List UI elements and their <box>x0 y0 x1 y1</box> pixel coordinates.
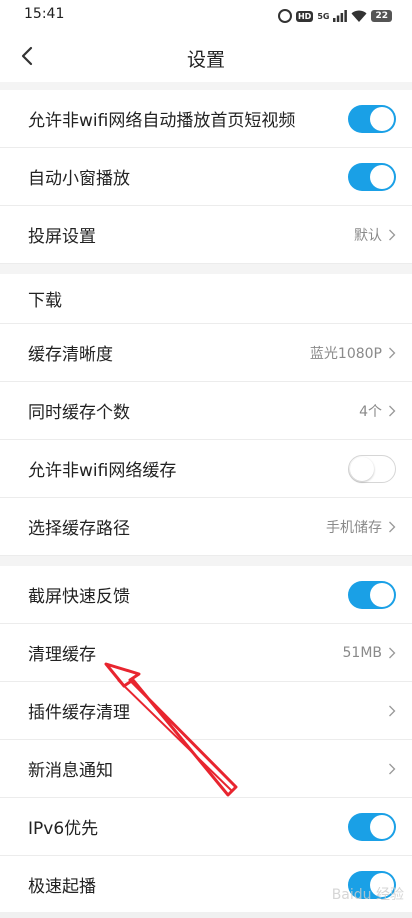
cache-non-wifi-toggle[interactable] <box>348 454 396 483</box>
section-gap <box>0 264 412 274</box>
setting-cache-quality[interactable]: 缓存清晰度 蓝光1080P <box>0 324 412 382</box>
mini-window-toggle[interactable] <box>348 162 396 191</box>
setting-label: 截屏快速反馈 <box>28 587 130 607</box>
section-gap <box>0 556 412 566</box>
setting-mini-window: 自动小窗播放 <box>0 148 412 206</box>
status-icons: HD 5G 22 <box>277 7 392 25</box>
page-title: 设置 <box>186 49 225 71</box>
ipv6-toggle[interactable] <box>348 812 396 841</box>
wifi-icon <box>351 10 367 22</box>
bottom-bar <box>0 912 412 918</box>
setting-notifications[interactable]: 新消息通知 <box>0 740 412 798</box>
setting-ipv6: IPv6优先 <box>0 798 412 856</box>
chevron-right-icon <box>389 229 396 240</box>
chevron-right-icon <box>389 705 396 716</box>
setting-plugin-cache[interactable]: 插件缓存清理 <box>0 682 412 740</box>
toggle-knob <box>350 456 374 481</box>
chevron-right-icon <box>389 347 396 358</box>
alarm-icon <box>277 9 292 23</box>
status-time: 15:41 <box>24 6 65 22</box>
status-bar: 15:41 HD 5G 22 <box>0 0 412 32</box>
setting-value: 4个 <box>359 403 382 420</box>
setting-label: IPv6优先 <box>28 819 99 839</box>
divider <box>0 82 412 90</box>
setting-value: 手机储存 <box>326 519 382 536</box>
setting-label: 选择缓存路径 <box>28 519 130 539</box>
setting-cache-path[interactable]: 选择缓存路径 手机储存 <box>0 498 412 556</box>
signal-icon <box>333 10 348 22</box>
toggle-knob <box>370 164 394 189</box>
network-5g-icon: 5G <box>317 11 330 21</box>
settings-list: 允许非wifi网络自动播放首页短视频 自动小窗播放 投屏设置 默认 下载 缓存清… <box>0 90 412 914</box>
chevron-right-icon <box>389 647 396 658</box>
chevron-right-icon <box>389 521 396 532</box>
setting-label: 允许非wifi网络缓存 <box>28 461 177 481</box>
setting-label: 极速起播 <box>28 877 96 897</box>
watermark: Baidu 经验 <box>331 887 404 903</box>
section-title-download: 下载 <box>0 274 412 324</box>
setting-value: 51MB <box>342 644 383 661</box>
chevron-right-icon <box>389 405 396 416</box>
setting-concurrent-cache[interactable]: 同时缓存个数 4个 <box>0 382 412 440</box>
setting-label: 清理缓存 <box>28 645 96 665</box>
chevron-right-icon <box>389 763 396 774</box>
setting-value: 默认 <box>354 227 382 244</box>
setting-screenshot-feedback: 截屏快速反馈 <box>0 566 412 624</box>
setting-label: 自动小窗播放 <box>28 169 130 189</box>
setting-label: 插件缓存清理 <box>28 703 130 723</box>
toggle-knob <box>370 582 394 607</box>
screenshot-feedback-toggle[interactable] <box>348 580 396 609</box>
setting-label: 允许非wifi网络自动播放首页短视频 <box>28 111 296 131</box>
setting-cast-screen[interactable]: 投屏设置 默认 <box>0 206 412 264</box>
setting-value: 蓝光1080P <box>309 345 382 362</box>
setting-autoplay-non-wifi: 允许非wifi网络自动播放首页短视频 <box>0 90 412 148</box>
setting-label: 缓存清晰度 <box>28 345 113 365</box>
toggle-knob <box>370 106 394 131</box>
battery-icon: 22 <box>371 10 392 22</box>
setting-label: 同时缓存个数 <box>28 403 130 423</box>
autoplay-non-wifi-toggle[interactable] <box>348 104 396 133</box>
toggle-knob <box>370 814 394 839</box>
setting-label: 新消息通知 <box>28 761 113 781</box>
header: 设置 <box>0 32 412 82</box>
setting-clear-cache[interactable]: 清理缓存 51MB <box>0 624 412 682</box>
hd-icon: HD <box>295 10 314 22</box>
setting-cache-non-wifi: 允许非wifi网络缓存 <box>0 440 412 498</box>
setting-label: 投屏设置 <box>28 227 96 247</box>
